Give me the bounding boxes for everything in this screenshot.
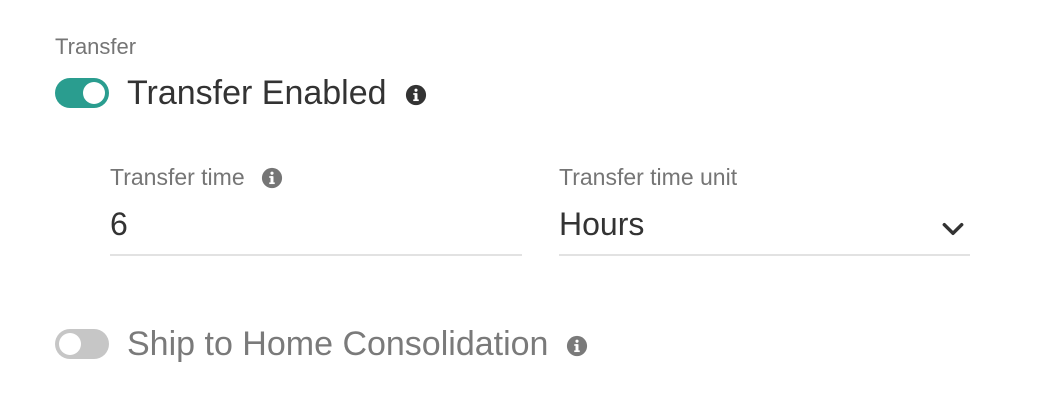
transfer-time-label: Transfer time	[110, 164, 245, 190]
ship-to-home-label: Ship to Home Consolidation	[127, 325, 549, 363]
transfer-time-unit-select[interactable]: Transfer time unit Hours	[559, 160, 970, 256]
field-underline	[110, 254, 522, 256]
transfer-time-field[interactable]: Transfer time 6	[110, 160, 522, 256]
section-label: Transfer	[55, 34, 137, 59]
transfer-enabled-row: Transfer Enabled	[55, 72, 427, 114]
transfer-time-unit-label-row: Transfer time unit	[559, 162, 737, 192]
field-underline	[559, 254, 970, 256]
transfer-time-label-row: Transfer time	[110, 162, 283, 192]
chevron-down-icon[interactable]	[940, 216, 966, 242]
ship-to-home-row: Ship to Home Consolidation	[55, 323, 588, 365]
info-icon[interactable]	[566, 335, 588, 357]
info-icon[interactable]	[261, 166, 283, 189]
info-icon[interactable]	[405, 84, 427, 106]
toggle-knob	[59, 333, 81, 355]
transfer-settings-panel: Transfer Transfer Enabled Transfer time	[0, 0, 1041, 404]
ship-to-home-toggle[interactable]	[55, 329, 109, 359]
toggle-knob	[83, 82, 105, 104]
transfer-time-unit-label: Transfer time unit	[559, 164, 738, 190]
transfer-enabled-toggle[interactable]	[55, 78, 109, 108]
transfer-time-unit-value[interactable]: Hours	[559, 204, 644, 244]
transfer-enabled-label: Transfer Enabled	[127, 74, 387, 112]
transfer-time-input[interactable]: 6	[110, 204, 128, 244]
